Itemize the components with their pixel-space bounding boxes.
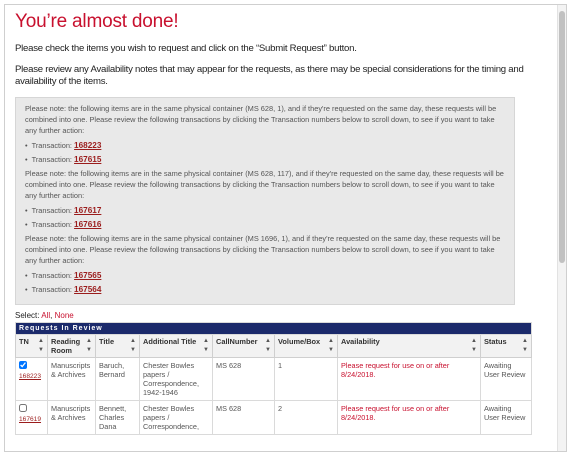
note-text: Please note: the following items are in …	[25, 104, 497, 135]
sort-icon: ▲ ▼	[265, 338, 271, 353]
transaction-item: Transaction: 168223	[25, 140, 506, 151]
transaction-label: Transaction:	[31, 206, 75, 215]
transaction-list: Transaction: 167617 Transaction: 167616	[25, 205, 506, 230]
transaction-link[interactable]: 168223	[74, 141, 101, 150]
header-label: Reading Room	[51, 337, 81, 355]
column-header-status[interactable]: Status ▲ ▼	[480, 334, 532, 358]
container-note: Please note: the following items are in …	[25, 103, 506, 165]
header-label: TN	[19, 337, 29, 346]
column-header-call-number[interactable]: CallNumber ▲ ▼	[212, 334, 275, 358]
instruction-review-availability: Please review any Availability notes tha…	[15, 64, 524, 87]
transaction-item: Transaction: 167615	[25, 154, 506, 165]
header-label: Title	[99, 337, 115, 346]
transaction-item: Transaction: 167565	[25, 270, 506, 281]
volume-box-cell: 1	[274, 357, 338, 401]
vertical-scrollbar[interactable]	[557, 5, 566, 451]
reading-room-cell: Manuscripts & Archives	[47, 357, 96, 401]
row-select-checkbox[interactable]	[19, 404, 27, 412]
table-row: 168223 Manuscripts & Archives Baruch, Be…	[15, 357, 532, 401]
sort-icon: ▲ ▼	[522, 338, 528, 353]
sort-icon: ▲ ▼	[328, 338, 334, 353]
transaction-label: Transaction:	[31, 155, 75, 164]
transaction-item: Transaction: 167617	[25, 205, 506, 216]
column-header-reading-room[interactable]: Reading Room ▲ ▼	[47, 334, 96, 358]
sort-icon: ▲ ▼	[130, 338, 136, 353]
transaction-label: Transaction:	[31, 220, 75, 229]
transaction-link[interactable]: 167617	[74, 206, 101, 215]
transaction-list: Transaction: 167565 Transaction: 167564	[25, 270, 506, 295]
transaction-number-link[interactable]: 168223	[19, 372, 44, 381]
status-cell: Awaiting User Review	[480, 357, 532, 401]
sort-icon: ▲ ▼	[471, 338, 477, 353]
additional-title-cell: Chester Bowles papers / Correspondence,	[139, 400, 213, 435]
transaction-link[interactable]: 167564	[74, 285, 101, 294]
table-caption: Requests In Review	[15, 322, 532, 335]
column-header-tn[interactable]: TN ▲ ▼	[15, 334, 48, 358]
header-label: Availability	[341, 337, 380, 346]
status-cell: Awaiting User Review	[480, 400, 532, 435]
table-caption-row: Requests In Review	[15, 322, 532, 335]
scrollbar-thumb[interactable]	[559, 11, 565, 263]
page-frame: You’re almost done! Please check the ite…	[4, 4, 567, 452]
volume-box-cell: 2	[274, 400, 338, 435]
select-controls: Select: All, None	[15, 311, 531, 320]
availability-cell: Please request for use on or after 8/24/…	[337, 400, 481, 435]
note-text: Please note: the following items are in …	[25, 234, 501, 265]
select-all-link[interactable]: All	[41, 311, 50, 320]
select-label: Select:	[15, 311, 42, 320]
reading-room-cell: Manuscripts & Archives	[47, 400, 96, 435]
container-note: Please note: the following items are in …	[25, 168, 506, 230]
column-header-title[interactable]: Title ▲ ▼	[95, 334, 140, 358]
select-none-link[interactable]: None	[55, 311, 74, 320]
transaction-link[interactable]: 167616	[74, 220, 101, 229]
transaction-label: Transaction:	[31, 141, 75, 150]
additional-title-cell: Chester Bowles papers / Correspondence, …	[139, 357, 213, 401]
column-header-availability[interactable]: Availability ▲ ▼	[337, 334, 481, 358]
call-number-cell: MS 628	[212, 357, 275, 401]
header-label: Additional Title	[143, 337, 197, 346]
header-label: Status	[484, 337, 507, 346]
availability-cell: Please request for use on or after 8/24/…	[337, 357, 481, 401]
header-label: Volume/Box	[278, 337, 321, 346]
transaction-link[interactable]: 167615	[74, 155, 101, 164]
sort-icon: ▲ ▼	[203, 338, 209, 353]
note-text: Please note: the following items are in …	[25, 169, 504, 200]
transaction-item: Transaction: 167564	[25, 284, 506, 295]
transaction-item: Transaction: 167616	[25, 219, 506, 230]
header-label: CallNumber	[216, 337, 258, 346]
row-select-checkbox[interactable]	[19, 361, 27, 369]
transaction-label: Transaction:	[31, 285, 75, 294]
transaction-link[interactable]: 167565	[74, 271, 101, 280]
column-header-additional-title[interactable]: Additional Title ▲ ▼	[139, 334, 213, 358]
container-notes-panel: Please note: the following items are in …	[15, 97, 515, 305]
requests-table: Requests In Review TN ▲ ▼ Reading Room ▲ ▼ T…	[15, 322, 532, 435]
main-content: You’re almost done! Please check the ite…	[13, 5, 532, 435]
page-title: You’re almost done!	[15, 11, 179, 32]
table-row: 167619 Manuscripts & Archives Bennett, C…	[15, 400, 532, 435]
tn-cell: 168223	[15, 357, 48, 401]
table-header-row: TN ▲ ▼ Reading Room ▲ ▼ Title ▲ ▼ Additional T…	[15, 334, 532, 358]
sort-icon: ▲ ▼	[86, 338, 92, 353]
column-header-volume-box[interactable]: Volume/Box ▲ ▼	[274, 334, 338, 358]
title-cell: Bennett, Charles Dana	[95, 400, 140, 435]
sort-icon: ▲ ▼	[38, 338, 44, 353]
call-number-cell: MS 628	[212, 400, 275, 435]
tn-cell: 167619	[15, 400, 48, 435]
transaction-label: Transaction:	[31, 271, 75, 280]
transaction-list: Transaction: 168223 Transaction: 167615	[25, 140, 506, 165]
container-note: Please note: the following items are in …	[25, 233, 506, 295]
transaction-number-link[interactable]: 167619	[19, 415, 44, 424]
title-cell: Baruch, Bernard	[95, 357, 140, 401]
instruction-check-items: Please check the items you wish to reque…	[15, 43, 357, 54]
